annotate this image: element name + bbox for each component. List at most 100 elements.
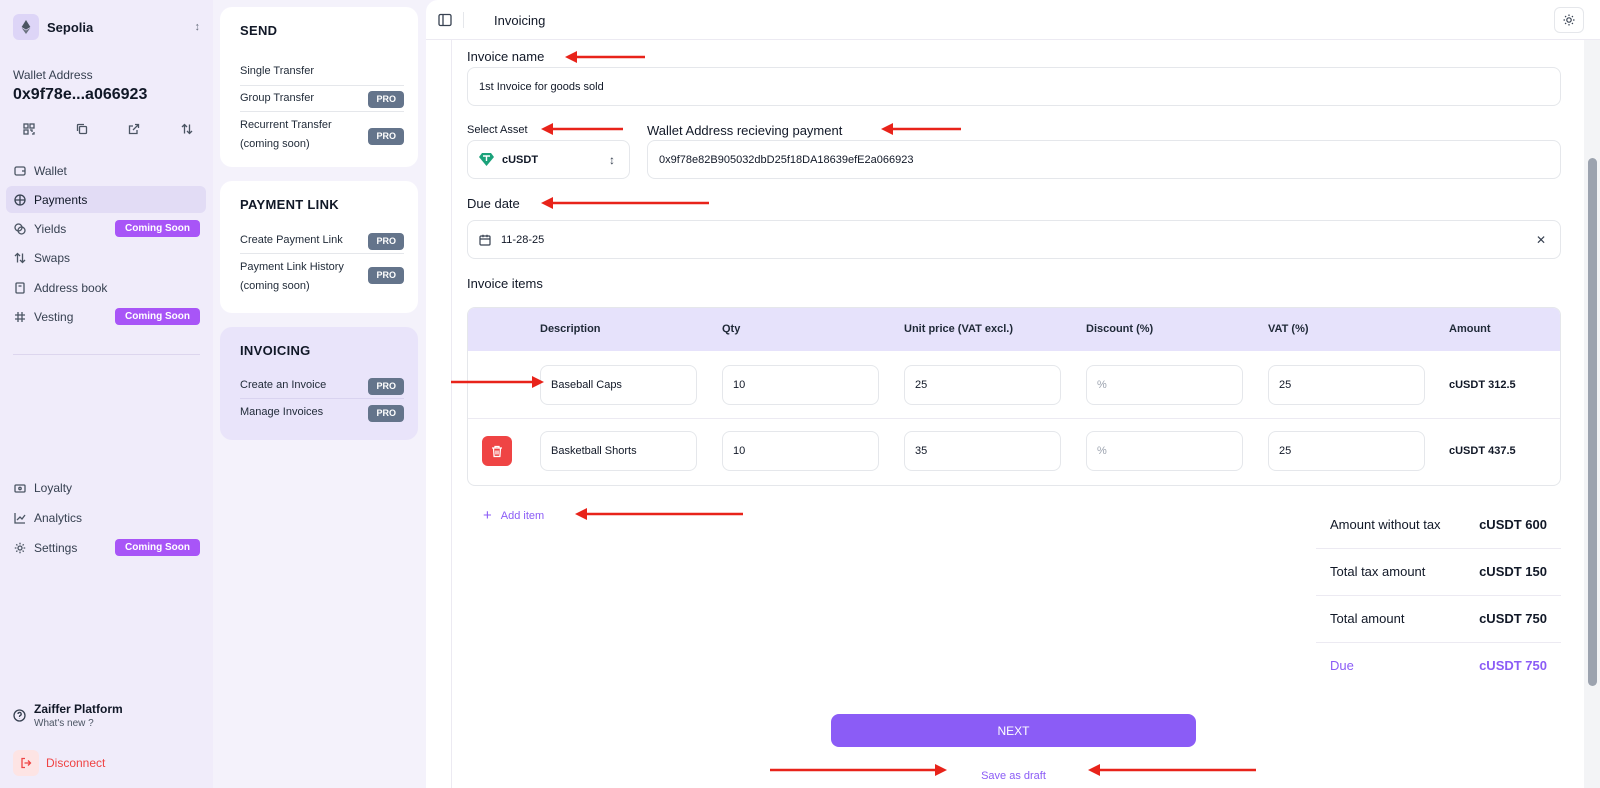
external-link-icon[interactable] xyxy=(123,120,145,138)
annotation-arrow-left xyxy=(881,123,961,135)
save-as-draft-link[interactable]: Save as draft xyxy=(976,770,1051,782)
qty-input[interactable]: 10 xyxy=(722,365,879,405)
ethereum-icon xyxy=(13,14,39,40)
cell-value: 25 xyxy=(915,379,928,391)
header-discount: Discount (%) xyxy=(1086,323,1154,335)
total-value: cUSDT 750 xyxy=(1479,658,1547,673)
vesting-icon xyxy=(14,311,26,323)
sidebar-item-analytics[interactable]: Analytics xyxy=(6,504,206,531)
annotation-arrow-right xyxy=(451,376,544,388)
network-selector[interactable]: Sepolia ↕ xyxy=(13,14,200,40)
qty-input[interactable]: 10 xyxy=(722,431,879,471)
annotation-arrow-left xyxy=(575,508,743,520)
cell-value: 35 xyxy=(915,445,928,457)
sidebar-item-label: Wallet xyxy=(34,163,67,178)
total-label: Due xyxy=(1330,658,1354,673)
cell-value: 25 xyxy=(1279,445,1292,457)
discount-input[interactable]: % xyxy=(1086,431,1243,471)
sidebar: Sepolia ↕ Wallet Address 0x9f78e...a0669… xyxy=(0,0,213,788)
menu-item-group-transfer[interactable]: Group Transfer PRO xyxy=(240,89,404,108)
menu-divider xyxy=(240,398,404,399)
menu-item-single-transfer[interactable]: Single Transfer xyxy=(240,62,404,81)
cell-value: 10 xyxy=(733,379,746,391)
disconnect-button[interactable]: Disconnect xyxy=(13,750,105,776)
content-border xyxy=(451,40,452,788)
total-tax-row: Total tax amount cUSDT 150 xyxy=(1316,548,1561,594)
total-amount-row: Total amount cUSDT 750 xyxy=(1316,595,1561,641)
menu-item-label: Create an Invoice xyxy=(240,379,327,391)
amount-without-tax-row: Amount without tax cUSDT 600 xyxy=(1316,501,1561,547)
coming-soon-badge: Coming Soon xyxy=(115,308,200,325)
menu-item-create-payment-link[interactable]: Create Payment Link PRO xyxy=(240,231,404,250)
menu-item-payment-link-history[interactable]: Payment Link History (coming soon) PRO xyxy=(240,258,404,296)
annotation-arrow-left xyxy=(565,51,645,63)
invoice-name-value: 1st Invoice for goods sold xyxy=(479,80,604,93)
invoicing-title: INVOICING xyxy=(240,343,311,358)
sidebar-item-payments[interactable]: Payments xyxy=(6,186,206,213)
wallet-actions xyxy=(18,120,198,138)
sidebar-item-loyalty[interactable]: Loyalty xyxy=(6,474,206,501)
payment-link-card: PAYMENT LINK Create Payment Link PRO Pay… xyxy=(220,181,418,313)
header-vat: VAT (%) xyxy=(1268,323,1309,335)
plus-icon: + xyxy=(483,507,492,524)
menu-item-label: Create Payment Link xyxy=(240,234,343,246)
sidebar-item-swaps[interactable]: Swaps xyxy=(6,244,206,271)
due-date-label: Due date xyxy=(467,196,520,211)
menu-item-label: Group Transfer xyxy=(240,92,314,104)
sidebar-item-yields[interactable]: Yields Coming Soon xyxy=(6,215,206,242)
delete-row-button[interactable] xyxy=(482,436,512,466)
menu-item-manage-invoices[interactable]: Manage Invoices PRO xyxy=(240,403,404,422)
unit-price-input[interactable]: 25 xyxy=(904,365,1061,405)
qr-code-icon[interactable] xyxy=(18,120,40,138)
total-value: cUSDT 750 xyxy=(1479,611,1547,626)
sidebar-item-address-book[interactable]: Address book xyxy=(6,274,206,301)
sidebar-item-label: Vesting xyxy=(34,309,74,324)
menu-item-recurrent-transfer[interactable]: Recurrent Transfer (coming soon) PRO xyxy=(240,116,404,154)
platform-news[interactable]: Zaiffer Platform What's new ? xyxy=(13,702,123,729)
total-label: Amount without tax xyxy=(1330,517,1441,532)
sidebar-item-label: Analytics xyxy=(34,510,83,525)
scrollbar-thumb[interactable] xyxy=(1588,158,1597,686)
coming-soon-badge: Coming Soon xyxy=(115,220,200,237)
wallet-address-value: 0x9f78e82B905032dbD25f18DA18639efE2a0669… xyxy=(659,153,914,166)
due-date-input[interactable]: 11-28-25 ✕ xyxy=(467,220,1561,259)
sidebar-toggle-icon[interactable] xyxy=(438,13,452,27)
swap-arrows-icon[interactable] xyxy=(176,120,198,138)
cell-value: Baseball Caps xyxy=(551,379,622,391)
menu-item-label: Manage Invoices xyxy=(240,406,324,418)
payments-icon xyxy=(14,193,26,206)
sidebar-item-settings[interactable]: Settings Coming Soon xyxy=(6,534,206,561)
copy-icon[interactable] xyxy=(71,120,93,138)
platform-title: Zaiffer Platform xyxy=(34,702,123,716)
topbar: Invoicing xyxy=(426,0,1600,40)
wallet-address-label: Wallet Address xyxy=(13,68,93,82)
total-value: cUSDT 150 xyxy=(1479,564,1547,579)
discount-input[interactable]: % xyxy=(1086,365,1243,405)
vat-input[interactable]: 25 xyxy=(1268,365,1425,405)
asset-value: cUSDT xyxy=(502,153,539,166)
ticket-icon xyxy=(14,482,26,494)
add-item-button[interactable]: + Add item xyxy=(483,507,544,524)
menu-item-create-invoice[interactable]: Create an Invoice PRO xyxy=(240,376,404,395)
invoice-name-input[interactable]: 1st Invoice for goods sold xyxy=(467,67,1561,106)
menu-divider xyxy=(240,111,404,112)
description-input[interactable]: Basketball Shorts xyxy=(540,431,697,471)
vat-input[interactable]: 25 xyxy=(1268,431,1425,471)
next-button[interactable]: NEXT xyxy=(831,714,1196,747)
annotation-arrow-right xyxy=(770,764,947,776)
total-label: Total tax amount xyxy=(1330,564,1426,579)
send-card: SEND Single Transfer Group Transfer PRO … xyxy=(220,7,418,167)
close-icon[interactable]: ✕ xyxy=(1536,233,1546,247)
unit-price-input[interactable]: 35 xyxy=(904,431,1061,471)
sidebar-item-wallet[interactable]: Wallet xyxy=(6,157,206,184)
wallet-address-input[interactable]: 0x9f78e82B905032dbD25f18DA18639efE2a0669… xyxy=(647,140,1561,179)
wallet-address: 0x9f78e...a066923 xyxy=(13,86,148,103)
annotation-arrow-left xyxy=(541,197,709,209)
description-input[interactable]: Baseball Caps xyxy=(540,365,697,405)
asset-select[interactable]: cUSDT ↕ xyxy=(467,140,630,179)
swap-icon xyxy=(14,252,26,264)
theme-toggle-sun-icon[interactable] xyxy=(1554,7,1584,33)
sidebar-item-vesting[interactable]: Vesting Coming Soon xyxy=(6,303,206,330)
calendar-icon xyxy=(479,234,491,246)
row-divider xyxy=(468,418,1560,419)
